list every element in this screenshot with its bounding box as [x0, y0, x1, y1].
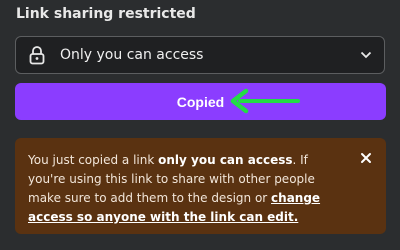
banner-text-bold: only you can access [158, 153, 293, 167]
copied-button[interactable]: Copied [15, 83, 386, 120]
access-level-dropdown[interactable]: Only you can access [15, 36, 385, 74]
lock-icon [28, 45, 46, 65]
banner-message: You just copied a link only you can acce… [28, 151, 342, 227]
chevron-down-icon [360, 51, 372, 59]
close-icon[interactable] [360, 152, 372, 164]
copied-button-label: Copied [176, 93, 225, 110]
banner-text-start: You just copied a link [28, 153, 159, 167]
access-level-value: Only you can access [60, 47, 204, 63]
green-arrow-annotation [230, 88, 300, 114]
copied-link-warning-banner: You just copied a link only you can acce… [15, 138, 386, 234]
section-title: Link sharing restricted [16, 6, 196, 22]
